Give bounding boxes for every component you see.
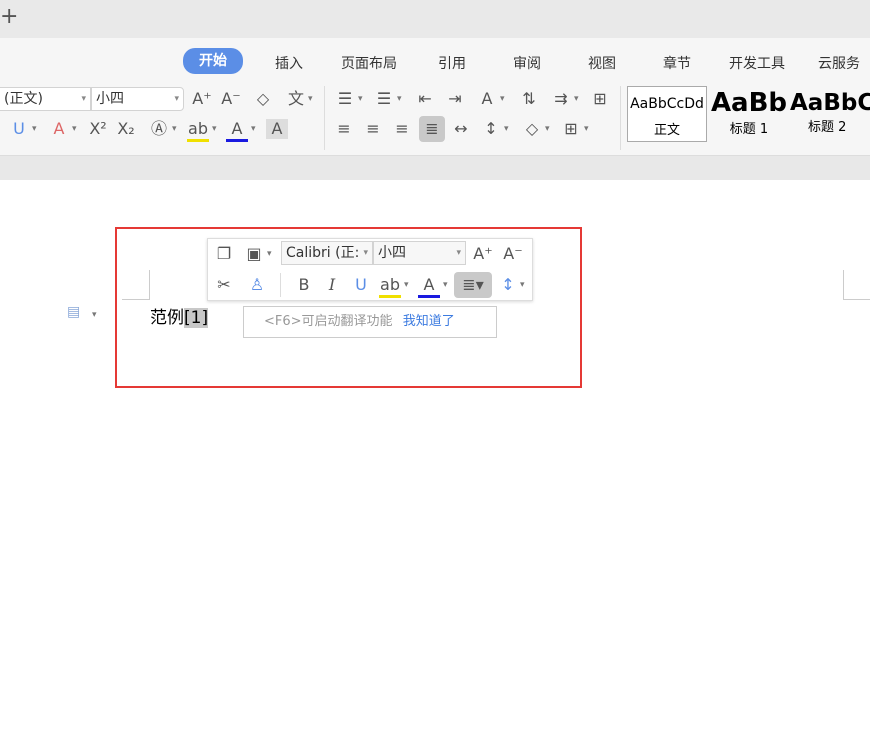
style-normal[interactable]: AaBbCcDd 正文: [627, 86, 707, 142]
pinyin-icon[interactable]: 文: [285, 89, 307, 109]
style-preview: AaBbCcDd: [630, 96, 704, 112]
shrink-font-icon[interactable]: A⁻: [502, 244, 524, 264]
strikethrough-icon[interactable]: A: [48, 119, 70, 139]
bullet-list-icon[interactable]: ☰: [334, 89, 356, 109]
underline-icon[interactable]: U: [350, 275, 372, 295]
numbered-list-icon[interactable]: ☰: [373, 89, 395, 109]
increase-indent-icon[interactable]: ⇥: [444, 89, 466, 109]
align-center-icon[interactable]: ≡: [362, 119, 384, 139]
font-name-value: (正文): [4, 91, 43, 107]
dismiss-link[interactable]: 我知道了: [403, 314, 455, 329]
tab-cloud[interactable]: 云服务: [818, 52, 860, 76]
char-spacing-icon[interactable]: A: [476, 89, 498, 109]
line-spacing-icon[interactable]: ↕: [497, 275, 519, 295]
style-label: 正文: [653, 123, 680, 138]
bold-icon[interactable]: B: [293, 275, 315, 295]
format-painter-icon[interactable]: ♙: [246, 275, 268, 295]
tooltip-hint: <F6>可启动翻译功能: [264, 314, 393, 329]
tab-developer[interactable]: 开发工具: [729, 52, 785, 76]
paragraph-direction-icon[interactable]: ⇉: [550, 89, 572, 109]
italic-icon[interactable]: I: [321, 275, 343, 295]
font-name-select[interactable]: (正文) ▾: [0, 87, 91, 111]
font-color-icon[interactable]: A: [226, 119, 248, 142]
mini-font-size-select[interactable]: 小四 ▾: [373, 241, 466, 265]
style-heading-2[interactable]: AaBbC 标题 2: [790, 86, 870, 142]
char-shading-icon[interactable]: A: [266, 119, 288, 139]
align-icon[interactable]: ≣▾: [454, 272, 492, 298]
justify-icon[interactable]: ≣: [419, 116, 445, 142]
floating-toolbar: ❐ ▣ ▾ Calibri (正: ▾ 小四 ▾ A⁺ A⁻ ✂ ♙ B I U ab…: [207, 238, 533, 301]
separator: [620, 86, 621, 150]
decrease-indent-icon[interactable]: ⇤: [414, 89, 436, 109]
cut-icon[interactable]: ✂: [213, 275, 235, 295]
grow-font-icon[interactable]: A⁺: [472, 244, 494, 264]
new-tab-button[interactable]: +: [0, 4, 18, 29]
font-size-value: 小四: [378, 245, 406, 261]
style-heading-1[interactable]: AaBb 标题 1: [709, 86, 789, 142]
tab-page-layout[interactable]: 页面布局: [341, 52, 397, 76]
font-size-select[interactable]: 小四 ▾: [91, 87, 184, 111]
paste-icon[interactable]: ▣: [243, 244, 265, 264]
separator: [324, 86, 325, 150]
title-bar: +: [0, 0, 870, 38]
tab-references[interactable]: 引用: [438, 52, 466, 76]
text-effect-icon[interactable]: Ⓐ: [148, 119, 170, 139]
style-label: 标题 2: [808, 120, 847, 135]
translate-tooltip: <F6>可启动翻译功能 我知道了: [243, 306, 497, 338]
clear-format-icon[interactable]: ◇: [252, 89, 274, 109]
tab-review[interactable]: 审阅: [513, 52, 541, 76]
font-size-value: 小四: [96, 91, 124, 107]
tab-insert[interactable]: 插入: [275, 52, 303, 76]
font-name-value: Calibri (正:: [286, 245, 360, 261]
font-color-icon[interactable]: A: [418, 275, 440, 298]
highlight-icon[interactable]: ab: [379, 275, 401, 298]
shading-icon[interactable]: ◇: [521, 119, 543, 139]
subscript-icon[interactable]: X₂: [115, 119, 137, 139]
style-preview: AaBbC: [790, 90, 870, 116]
tab-view[interactable]: 视图: [588, 52, 616, 76]
workspace-background: [0, 156, 870, 180]
paragraph-menu-icon[interactable]: ▤: [67, 304, 80, 320]
underline-icon[interactable]: U: [8, 119, 30, 139]
separator: [280, 273, 281, 297]
superscript-icon[interactable]: X²: [87, 119, 109, 139]
mini-font-name-select[interactable]: Calibri (正: ▾: [281, 241, 373, 265]
table-layout-icon[interactable]: ⊞: [589, 89, 611, 109]
distribute-icon[interactable]: ↔: [450, 119, 472, 139]
style-label: 标题 1: [729, 122, 769, 137]
ribbon-tabs: 开始 插入 页面布局 引用 审阅 视图 章节 开发工具 云服务: [0, 38, 870, 82]
line-spacing-icon[interactable]: ↕: [480, 119, 502, 139]
highlight-icon[interactable]: ab: [187, 119, 209, 142]
grow-font-icon[interactable]: A⁺: [191, 89, 213, 109]
style-preview: AaBb: [710, 88, 788, 118]
align-left-icon[interactable]: ≡: [333, 119, 355, 139]
sort-icon[interactable]: ⇅: [518, 89, 540, 109]
shrink-font-icon[interactable]: A⁻: [220, 89, 242, 109]
align-right-icon[interactable]: ≡: [391, 119, 413, 139]
tab-chapter[interactable]: 章节: [663, 52, 691, 76]
borders-icon[interactable]: ⊞: [560, 119, 582, 139]
tab-home[interactable]: 开始: [183, 48, 243, 74]
copy-icon[interactable]: ❐: [213, 244, 235, 264]
margin-mark: [843, 270, 870, 300]
